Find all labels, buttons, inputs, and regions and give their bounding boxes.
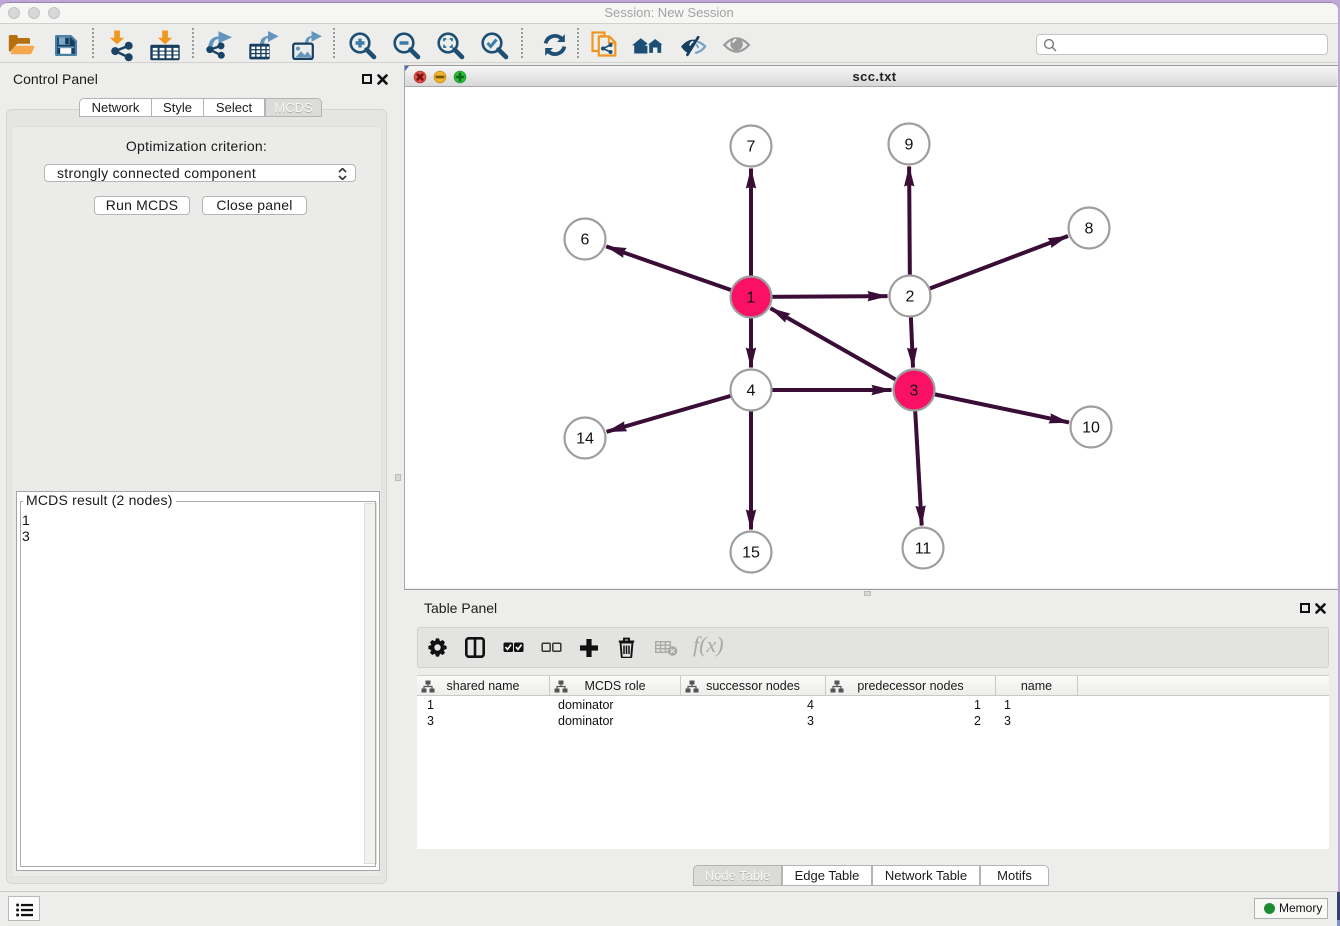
svg-text:14: 14	[576, 431, 594, 448]
svg-text:3: 3	[910, 383, 919, 400]
svg-text:4: 4	[747, 383, 756, 400]
svg-text:7: 7	[747, 139, 756, 156]
svg-text:8: 8	[1085, 221, 1094, 238]
svg-text:2: 2	[906, 289, 915, 306]
svg-text:11: 11	[915, 541, 932, 558]
svg-text:15: 15	[742, 545, 760, 562]
svg-text:9: 9	[905, 137, 914, 154]
svg-text:6: 6	[581, 232, 590, 249]
svg-text:10: 10	[1082, 420, 1100, 437]
svg-text:1: 1	[747, 290, 756, 307]
